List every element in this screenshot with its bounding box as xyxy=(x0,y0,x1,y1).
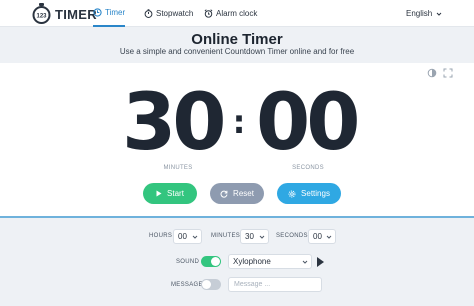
page-subtitle: Use a simple and convenient Countdown Ti… xyxy=(119,47,355,56)
minutes-label: MINUTES xyxy=(211,233,241,239)
nav-tab-alarm-clock[interactable]: Alarm clock xyxy=(204,0,257,27)
hours-label: HOURS xyxy=(149,233,173,239)
toggle-knob xyxy=(202,280,211,289)
message-label: MESSAGE xyxy=(171,282,203,288)
alarm-clock-icon xyxy=(204,9,213,18)
message-toggle[interactable] xyxy=(201,279,221,290)
message-input[interactable]: Message ... xyxy=(228,277,322,292)
sound-select-value: Xylophone xyxy=(233,257,271,266)
logo-badge: 123 xyxy=(36,14,47,20)
seconds-display: 00 xyxy=(256,78,361,168)
minutes-select-value: 30 xyxy=(245,232,254,241)
seconds-select[interactable]: 00 xyxy=(308,229,336,244)
top-header: 123 TIMER Timer Stopwatch Alarm clock En… xyxy=(0,0,474,27)
reset-button[interactable]: Reset xyxy=(210,183,264,204)
reset-button-label: Reset xyxy=(233,189,254,198)
chevron-down-icon xyxy=(302,260,308,264)
chevron-down-icon xyxy=(326,235,332,239)
chevron-down-icon xyxy=(259,235,265,239)
play-icon xyxy=(156,190,162,197)
hours-select[interactable]: 00 xyxy=(173,229,202,244)
minutes-unit-label: MINUTES xyxy=(163,165,193,171)
settings-button[interactable]: Settings xyxy=(277,183,341,204)
theme-toggle-icon[interactable] xyxy=(427,68,437,78)
sound-toggle[interactable] xyxy=(201,256,221,267)
language-selector[interactable]: English xyxy=(406,0,442,27)
sound-select[interactable]: Xylophone xyxy=(228,254,312,269)
time-separator: : xyxy=(232,103,246,141)
nav-tab-timer-label: Timer xyxy=(105,8,126,17)
start-button-label: Start xyxy=(167,189,184,198)
settings-button-label: Settings xyxy=(301,189,330,198)
page-title: Online Timer xyxy=(191,31,283,48)
start-button[interactable]: Start xyxy=(143,183,197,204)
clock-icon xyxy=(93,8,102,17)
nav-tab-timer[interactable]: Timer xyxy=(93,0,126,27)
chevron-down-icon xyxy=(436,12,442,16)
seconds-unit-label: SECONDS xyxy=(292,165,324,171)
toggle-knob xyxy=(211,257,220,266)
logo-text[interactable]: TIMER xyxy=(55,7,97,22)
language-label: English xyxy=(406,9,433,18)
play-sound-icon[interactable] xyxy=(317,257,324,267)
nav-tab-stopwatch[interactable]: Stopwatch xyxy=(144,0,193,27)
seconds-label: SECONDS xyxy=(276,233,308,239)
reset-icon xyxy=(220,190,228,198)
panel-divider xyxy=(0,216,474,218)
sound-label: SOUND xyxy=(176,259,200,265)
stopwatch-icon xyxy=(144,9,153,18)
nav-tab-stopwatch-label: Stopwatch xyxy=(156,9,194,18)
message-input-placeholder: Message ... xyxy=(234,281,271,288)
gear-icon xyxy=(288,190,296,197)
seconds-select-value: 00 xyxy=(313,232,322,241)
minutes-display: 30 xyxy=(122,78,227,168)
hours-select-value: 00 xyxy=(178,232,187,241)
chevron-down-icon xyxy=(192,235,198,239)
stopwatch-logo-icon[interactable]: 123 xyxy=(31,3,52,24)
fullscreen-icon[interactable] xyxy=(443,68,453,78)
nav-tab-alarm-clock-label: Alarm clock xyxy=(216,9,258,18)
minutes-select[interactable]: 30 xyxy=(240,229,269,244)
